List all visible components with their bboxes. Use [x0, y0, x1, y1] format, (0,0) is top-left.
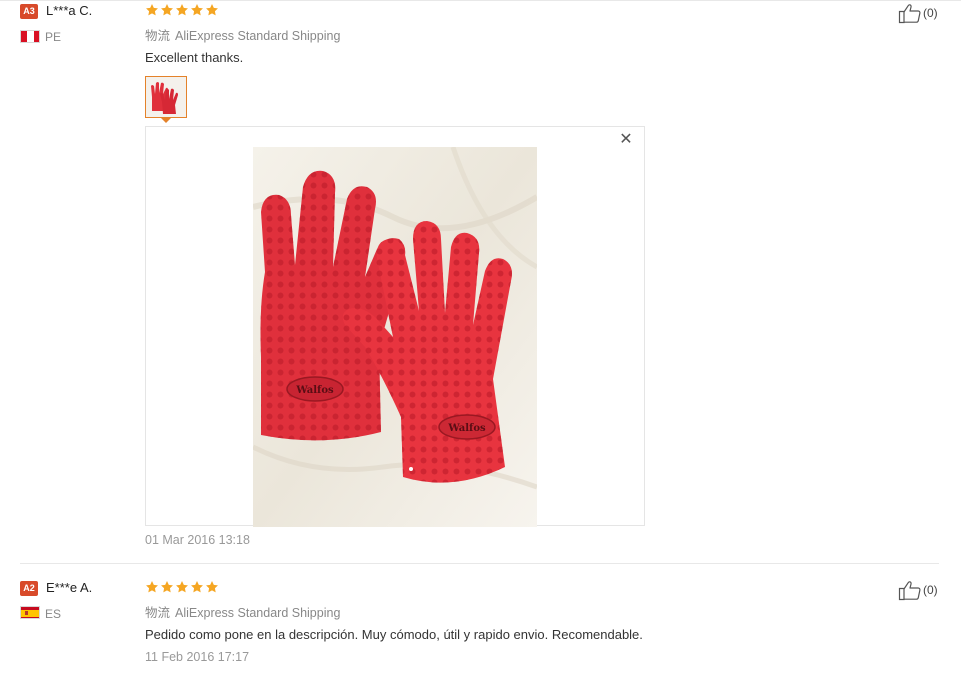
star-icon [205, 580, 219, 594]
review-date: 01 Mar 2016 13:18 [145, 533, 250, 547]
user-name: E***e A. [46, 580, 93, 595]
thumbs-up-icon [898, 579, 922, 601]
review-item: A2 E***e A. ES 物流 AliExpress Standard Shi… [0, 565, 961, 680]
country-flag-spain-icon [20, 606, 40, 619]
country-code: PE [45, 30, 62, 44]
review-item: A3 L***a C. PE 物流 AliExpress Standard Shi… [0, 0, 961, 563]
photo-thumbnail[interactable] [145, 76, 187, 118]
glove-thumbnail-image [146, 77, 186, 117]
review-divider [20, 563, 939, 564]
star-rating [145, 580, 219, 594]
shipping-method: AliExpress Standard Shipping [175, 29, 341, 43]
like-button[interactable]: (0) [898, 2, 938, 24]
country-flag-peru-icon [20, 30, 40, 43]
photo-logo-text: Walfos [447, 423, 486, 434]
star-icon [175, 580, 189, 594]
like-count: (0) [923, 583, 938, 597]
close-icon[interactable]: ✕ [618, 131, 634, 147]
star-rating [145, 3, 219, 17]
shipping-info: 物流 AliExpress Standard Shipping [145, 25, 340, 44]
star-icon [190, 3, 204, 17]
star-icon [145, 3, 159, 17]
thumbnail-pointer [160, 117, 172, 123]
feedback-text: Pedido como pone en la descripción. Muy … [145, 627, 643, 642]
feedback-text: Excellent thanks. [145, 50, 244, 65]
like-count: (0) [923, 6, 938, 20]
shipping-label: 物流 [145, 606, 171, 620]
shipping-info: 物流 AliExpress Standard Shipping [145, 602, 340, 621]
country-code: ES [45, 607, 62, 621]
review-photo-gloves: Walfos Walfos [253, 147, 537, 527]
photo-viewer: ✕ Walfos Walfos [145, 126, 645, 527]
shipping-label: 物流 [145, 29, 171, 43]
thumbs-up-icon [898, 2, 922, 24]
user-name: L***a C. [46, 3, 93, 18]
photo-logo-text: Walfos [295, 385, 334, 396]
star-icon [175, 3, 189, 17]
star-icon [160, 3, 174, 17]
star-icon [190, 580, 204, 594]
star-icon [205, 3, 219, 17]
star-icon [145, 580, 159, 594]
review-date: 11 Feb 2016 17:17 [145, 650, 250, 664]
shipping-method: AliExpress Standard Shipping [175, 606, 341, 620]
like-button[interactable]: (0) [898, 579, 938, 601]
star-icon [160, 580, 174, 594]
user-level-badge: A2 [20, 581, 38, 596]
user-level-badge: A3 [20, 4, 38, 19]
